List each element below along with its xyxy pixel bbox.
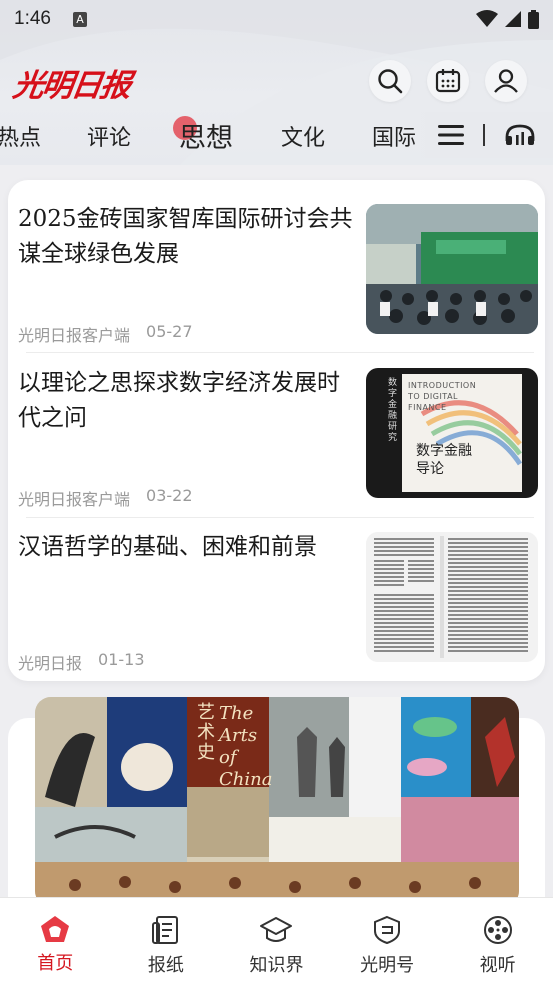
article-title[interactable]: 汉语哲学的基础、困难和前景	[18, 530, 353, 565]
tab-commentary[interactable]: 评论	[87, 120, 131, 152]
article-date: 05-27	[146, 322, 193, 341]
nav-guangming-hao[interactable]: 光明号	[332, 898, 443, 984]
notification-icon: A	[72, 11, 87, 27]
nav-label: 光明号	[360, 955, 415, 976]
list-divider	[26, 352, 534, 353]
article-item[interactable]: 以理论之思探求数字经济发展时代之问 光明日报客户端 03-22 INTRODUC…	[18, 366, 538, 526]
app-logo: 光明日报	[10, 68, 132, 104]
tools-divider	[483, 124, 485, 146]
book-english-title: INTRODUCTION TO DIGITAL FINANCE	[408, 381, 477, 412]
newspaper-icon	[151, 916, 178, 944]
calendar-icon	[435, 69, 461, 93]
battery-icon	[528, 9, 539, 29]
tab-tools	[413, 112, 553, 158]
banner-cn-text: 艺术史	[197, 702, 215, 763]
book-chinese-title-2: 导论	[416, 461, 444, 477]
user-icon	[494, 69, 518, 93]
list-divider	[26, 517, 534, 518]
tab-international[interactable]: 国际	[372, 120, 416, 152]
article-meta: 光明日报 01-13	[18, 650, 145, 674]
nav-label: 首页	[37, 953, 74, 974]
signal-icon	[505, 11, 521, 27]
nav-label: 报纸	[147, 955, 184, 976]
article-title[interactable]: 以理论之思探求数字经济发展时代之问	[18, 366, 353, 436]
tab-culture[interactable]: 文化	[281, 120, 325, 152]
header-actions	[369, 60, 527, 102]
article-item[interactable]: 汉语哲学的基础、困难和前景 光明日报 01-13	[18, 530, 538, 690]
article-source: 光明日报客户端	[18, 490, 131, 509]
calendar-button[interactable]	[427, 60, 469, 102]
home-icon	[41, 916, 70, 942]
tab-hot[interactable]: 热点	[0, 120, 41, 152]
status-bar: 1:46 A	[0, 0, 553, 38]
nav-audio-video[interactable]: 视听	[442, 898, 553, 984]
search-button[interactable]	[369, 60, 411, 102]
headphones-icon[interactable]	[503, 123, 537, 147]
nav-label: 知识界	[249, 955, 304, 976]
article-title[interactable]: 2025金砖国家智库国际研讨会共谋全球绿色发展	[18, 202, 353, 272]
menu-icon[interactable]	[437, 124, 465, 146]
wifi-icon	[476, 10, 498, 27]
banner-arts-text: The Arts of China	[219, 703, 273, 790]
shield-icon	[374, 915, 401, 945]
graduation-cap-icon	[260, 917, 293, 942]
status-time: 1:46	[14, 8, 51, 29]
nav-label: 视听	[479, 955, 516, 976]
article-source: 光明日报	[18, 654, 83, 673]
article-date: 03-22	[146, 486, 193, 505]
article-list-card: 2025金砖国家智库国际研讨会共谋全球绿色发展 光明日报客户端 05-27 以理…	[8, 180, 545, 681]
nav-knowledge[interactable]: 知识界	[221, 898, 332, 984]
article-item[interactable]: 2025金砖国家智库国际研讨会共谋全球绿色发展 光明日报客户端 05-27	[18, 202, 538, 362]
tab-thought[interactable]: 思想	[179, 116, 233, 155]
profile-button[interactable]	[485, 60, 527, 102]
book-cover: INTRODUCTION TO DIGITAL FINANCE 数字金融 导论	[402, 374, 522, 492]
article-thumbnail[interactable]	[366, 204, 538, 334]
nav-home[interactable]: 首页	[0, 898, 111, 984]
book-chinese-title-1: 数字金融	[416, 443, 472, 459]
nav-newspaper[interactable]: 报纸	[111, 898, 222, 984]
film-reel-icon	[483, 916, 512, 944]
search-icon	[378, 69, 403, 94]
bottom-navigation: 首页 报纸 知识界 光明号 视听	[0, 897, 553, 984]
article-date: 01-13	[98, 650, 145, 669]
article-meta: 光明日报客户端 05-27	[18, 322, 193, 346]
book-spine: 数字金融研究	[388, 378, 398, 443]
article-thumbnail[interactable]	[366, 532, 538, 662]
newspaper-page-image	[366, 532, 538, 662]
feature-banner-image[interactable]: 艺术史 The Arts of China	[35, 697, 519, 907]
article-meta: 光明日报客户端 03-22	[18, 486, 193, 510]
article-thumbnail[interactable]: INTRODUCTION TO DIGITAL FINANCE 数字金融 导论 …	[366, 368, 538, 498]
conference-photo	[366, 204, 538, 334]
article-source: 光明日报客户端	[18, 326, 131, 345]
